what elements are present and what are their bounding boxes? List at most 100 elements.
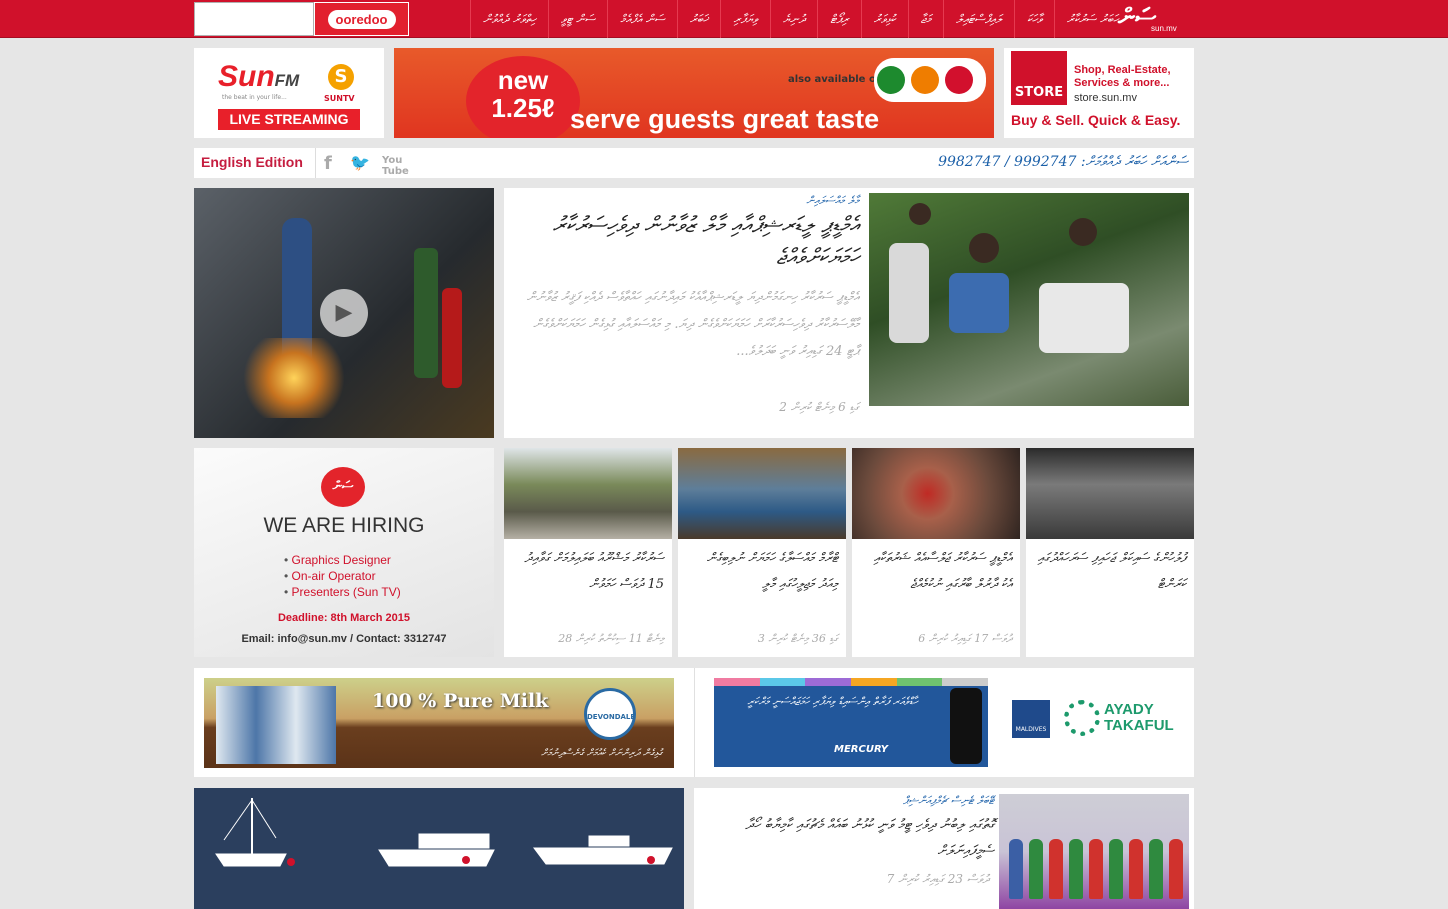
hiring-title: WE ARE HIRING bbox=[263, 514, 425, 537]
lead-story[interactable]: މާލެ މައްސަލައިން އެމްޑީޕީ ލީޑަރޝިޕްއާއި… bbox=[504, 188, 1194, 438]
nav-item[interactable]: ކުޅިވަރު bbox=[860, 0, 908, 38]
lead-story-image[interactable] bbox=[869, 193, 1189, 406]
featured-video[interactable]: ▶ bbox=[194, 188, 494, 438]
page: ooredoo ހިތްވަރު ދެއްވުން ސަން ޓީވީ ސަން އ… bbox=[0, 0, 1448, 909]
news-card-title[interactable]: ފުލުހުންގެ ސައިކަލް ޖަހައިފި ސަރަހައްދުގ… bbox=[1034, 546, 1186, 598]
divider bbox=[315, 148, 316, 178]
positions-list: Graphics Designer On-air Operator Presen… bbox=[284, 552, 401, 600]
news-card-title[interactable]: އެމްޑީޕީ ސަރުކާރު ޖަލްސާއެއް ޝަރުތަކާއި … bbox=[860, 546, 1012, 598]
nav-item[interactable]: ދުނިޔެ bbox=[769, 0, 817, 38]
news-card-title[interactable]: ޓްރާމް މައްސަލާގެ ހަމަޔަށް ނުލިބިގެން މި… bbox=[686, 546, 838, 598]
hiring-ad[interactable]: ސަން WE ARE HIRING Graphics Designer On-… bbox=[194, 448, 494, 657]
hiring-deadline: Deadline: 8th March 2015 bbox=[277, 612, 411, 624]
news-card-image[interactable] bbox=[504, 448, 672, 539]
banner-ad[interactable]: new 1.25ℓ also available on : serve guest… bbox=[394, 48, 994, 138]
news-card[interactable]: ފުލުހުންގެ ސައިކަލް ޖަހައިފި ސަރަހައްދުގ… bbox=[1026, 448, 1194, 657]
gas-tank bbox=[414, 248, 438, 378]
news-card-image[interactable] bbox=[852, 448, 1020, 539]
nav-item[interactable]: ސަން ޓީވީ bbox=[547, 0, 607, 38]
store-banner[interactable]: STORE Shop, Real-Estate, Services & more… bbox=[1004, 48, 1194, 138]
sunfm-live-banner[interactable]: SunFM the beat in your life... S SUNTV L… bbox=[194, 48, 384, 138]
stripe bbox=[851, 678, 897, 686]
dhoni-icon bbox=[215, 853, 287, 867]
english-edition-link[interactable]: English Edition bbox=[201, 154, 303, 170]
store-bag-icon: STORE bbox=[1011, 51, 1067, 105]
nav-item[interactable]: ހިތްވަރު ދެއްވުން bbox=[470, 0, 548, 38]
ayady-emblem-icon bbox=[1064, 700, 1100, 736]
news-card-image[interactable] bbox=[1026, 448, 1194, 539]
hiring-contact: Email: info@sun.mv / Contact: 3312747 bbox=[241, 633, 447, 645]
news-card-date: 3 ގަޑި 36 މިނެޓް ކުރިން bbox=[757, 632, 838, 645]
stripe bbox=[942, 678, 989, 686]
nav-item[interactable]: ސަން އެފްއެމް bbox=[607, 0, 677, 38]
maldives-logo[interactable]: MALDIVES bbox=[1012, 700, 1050, 738]
boats-ad[interactable] bbox=[194, 788, 684, 909]
mercury-ad[interactable]: ހާޑްވެއަރ ފަރާތް އިންސައިޑް ވިޔަފާރި ހަމ… bbox=[714, 686, 988, 767]
milk-cartons bbox=[216, 686, 336, 764]
suntv-icon: S bbox=[328, 64, 354, 90]
mercury-ad-text: ހާޑްވެއަރ ފަރާތް އިންސައިޑް ވިޔަފާރި ހަމ… bbox=[747, 695, 918, 708]
nav-item[interactable]: ލައިފްސްޓައިލް bbox=[943, 0, 1014, 38]
sun-logo-icon: ސަން bbox=[321, 467, 365, 507]
sport-story-image[interactable] bbox=[999, 794, 1189, 909]
store-slogan: Buy & Sell. Quick & Easy. bbox=[1011, 112, 1181, 128]
top-nav-bar: ooredoo ހިތްވަރު ދެއްވުން ސަން ޓީވީ ސަން އ… bbox=[0, 0, 1448, 38]
stripe bbox=[805, 678, 852, 686]
lead-category[interactable]: މާލެ މައްސަލައިން bbox=[806, 194, 859, 208]
ayady-name: AYADY TAKAFUL bbox=[1104, 701, 1174, 734]
milk-ad-subtitle: ގުޅިގެން ދަރިންނަށް ކެއުމަށް ގެނެސްދިނުމ… bbox=[541, 748, 662, 759]
ad-slogan: serve guests great taste bbox=[570, 104, 880, 134]
ooredoo-ad[interactable]: ooredoo bbox=[314, 2, 409, 36]
lead-title[interactable]: އެމްޑީޕީ ލީޑަރޝިޕްއާއި މާލް ޒުވާނުން ދިވ… bbox=[519, 210, 859, 274]
news-card[interactable]: އެމްޑީޕީ ސަރުކާރު ޖަލްސާއެއް ޝަރުތަކާއި … bbox=[852, 448, 1020, 657]
search-input[interactable] bbox=[194, 2, 314, 36]
devondale-milk-ad[interactable]: 100 % Pure Milk DEVONDALE ގުޅިގެން ދަރިނ… bbox=[204, 678, 674, 768]
mercury-logo: MERCURY bbox=[834, 744, 888, 755]
ferry-icon bbox=[378, 849, 495, 867]
nav-item[interactable]: މަޖާ bbox=[907, 0, 943, 38]
nav-item[interactable]: ވިޔަފާރި bbox=[720, 0, 769, 38]
facebook-icon[interactable]: f bbox=[324, 153, 332, 174]
nav-item[interactable]: ވާހަކަ bbox=[1013, 0, 1054, 38]
divider bbox=[694, 668, 695, 777]
devondale-logo: DEVONDALE bbox=[584, 688, 636, 740]
sport-story[interactable]: ޓޭބަލް ޓެނިސް ޗެމްޕިއަންޝިޕް ގޮތުގައި ލި… bbox=[694, 788, 1194, 909]
secondary-bar: English Edition f 🐦 You Tube ސަންއަށް ހަބ… bbox=[194, 148, 1194, 178]
outboard-engine-icon bbox=[950, 688, 982, 764]
sunfm-tagline: the beat in your life... bbox=[222, 94, 287, 101]
ads-row: 100 % Pure Milk DEVONDALE ގުޅިގެން ދަރިނ… bbox=[194, 668, 1194, 777]
news-card-image[interactable] bbox=[678, 448, 846, 539]
stripe bbox=[759, 678, 806, 686]
suntv-label: SUNTV bbox=[324, 94, 355, 103]
gas-tank bbox=[442, 288, 462, 388]
sport-date: 7 ދުވަސް 23 ގަޑިއިރު ކުރިން bbox=[886, 872, 989, 886]
store-url[interactable]: store.sun.mv bbox=[1074, 92, 1137, 104]
list-item: Graphics Designer bbox=[284, 552, 401, 568]
news-card[interactable]: ޓްރާމް މައްސަލާގެ ހަމަޔަށް ނުލިބިގެން މި… bbox=[678, 448, 846, 657]
ad-bubble: new 1.25ℓ bbox=[466, 56, 580, 138]
play-icon[interactable]: ▶ bbox=[320, 289, 368, 337]
twitter-icon[interactable]: 🐦 bbox=[350, 153, 370, 172]
drink-brands-icon bbox=[874, 58, 986, 102]
ooredoo-logo-text: ooredoo bbox=[327, 9, 396, 29]
stripe bbox=[896, 678, 943, 686]
sun-logo[interactable]: ސަން sun.mv bbox=[1118, 4, 1190, 34]
news-card-date: 28 މިނެޓް 11 ސިކުންތު ކުރިން bbox=[558, 632, 664, 645]
live-streaming-button[interactable]: LIVE STREAMING bbox=[218, 109, 360, 130]
sport-category[interactable]: ޓޭބަލް ޓެނިސް ޗެމްޕިއަންޝިޕް bbox=[903, 794, 994, 808]
store-text: Shop, Real-Estate, Services & more... bbox=[1074, 64, 1171, 89]
logo-sub: sun.mv bbox=[1151, 24, 1177, 33]
lead-excerpt: އެމްޑީޕީ ސަރުކާރު ހިނގަމުންދިޔަ ލީޑަރޝިޕ… bbox=[526, 290, 859, 359]
lead-date: 2 ގަޑި 6 މިނެޓް ކުރިން bbox=[779, 400, 859, 414]
youtube-icon[interactable]: You Tube bbox=[382, 155, 409, 177]
list-item: On-air Operator bbox=[284, 568, 401, 584]
ayady-takaful-ad[interactable]: AYADY TAKAFUL bbox=[1064, 700, 1174, 738]
news-card[interactable]: ސަރުކާރު މަޝްރޫއު ބަލައިލުމަށް ގަވާއިދު … bbox=[504, 448, 672, 657]
stripe bbox=[714, 678, 760, 686]
news-card-title[interactable]: ސަރުކާރު މަޝްރޫއު ބަލައިލުމަށް ގަވާއިދު … bbox=[512, 546, 664, 598]
list-item: Presenters (Sun TV) bbox=[284, 584, 401, 600]
sunfm-logo: SunFM bbox=[218, 60, 300, 93]
nav-item[interactable]: ޚަބަރު bbox=[676, 0, 721, 38]
nav-item[interactable]: ރިޕޯޓް bbox=[817, 0, 861, 38]
sport-title[interactable]: ގޮތުގައި ލިބުނު ދިވެހި ޓީމު ވަނީ ކުޅުނު … bbox=[744, 812, 994, 864]
